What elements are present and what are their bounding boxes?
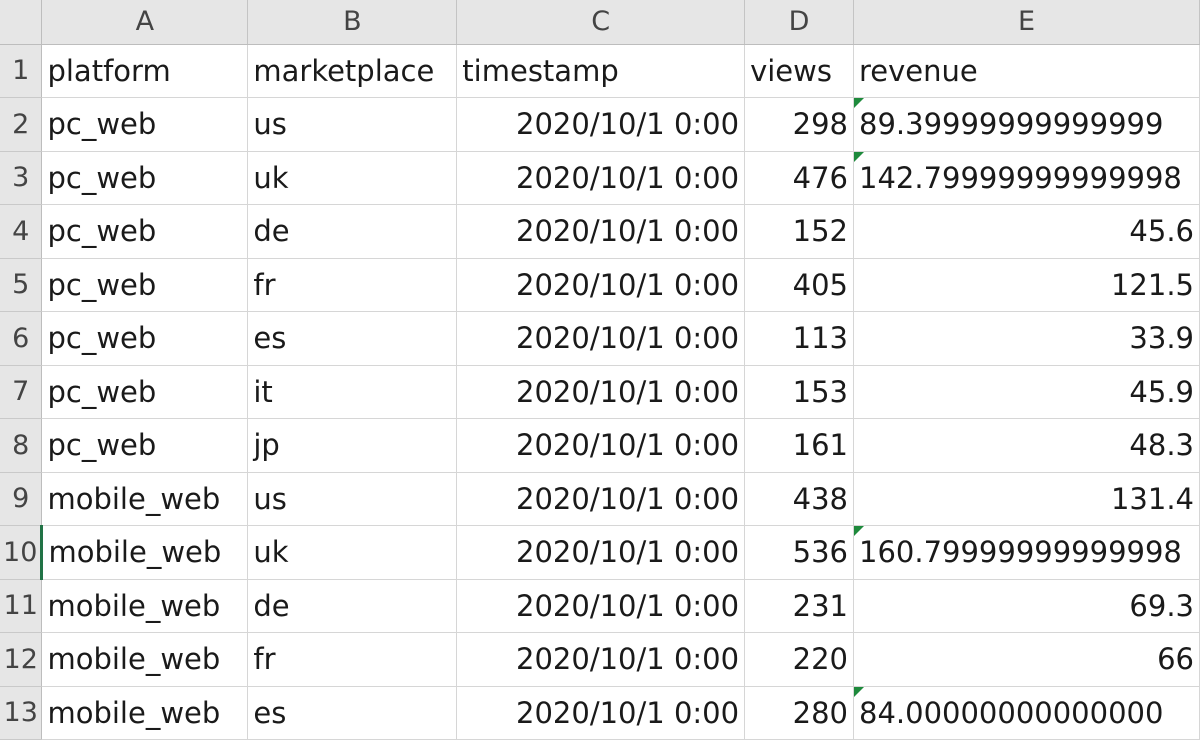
cell[interactable]: 69.3 — [853, 579, 1200, 633]
cell[interactable]: pc_web — [41, 365, 249, 419]
cell[interactable]: pc_web — [41, 418, 249, 473]
cell[interactable]: 298 — [744, 97, 854, 152]
table-row: 5 pc_web fr 2020/10/1 0:00 405 121.5 — [0, 258, 1200, 312]
cell[interactable]: pc_web — [41, 151, 249, 205]
column-header-c[interactable]: C — [456, 0, 746, 45]
cell[interactable]: 2020/10/1 0:00 — [456, 579, 746, 633]
cell[interactable]: 2020/10/1 0:00 — [456, 97, 746, 152]
row-header[interactable]: 3 — [0, 151, 43, 205]
table-row: 11 mobile_web de 2020/10/1 0:00 231 69.3 — [0, 579, 1200, 633]
cell[interactable]: 536 — [744, 525, 854, 580]
cell[interactable]: 231 — [744, 579, 854, 633]
cell[interactable]: 161 — [744, 418, 854, 473]
cell[interactable]: 153 — [744, 365, 854, 419]
cell[interactable]: uk — [247, 525, 458, 580]
cell[interactable]: platform — [41, 44, 249, 98]
select-all-corner[interactable] — [0, 0, 43, 45]
cell[interactable]: 142.79999999999998 — [853, 151, 1200, 205]
cell[interactable]: 220 — [744, 632, 854, 687]
cell[interactable]: 45.9 — [853, 365, 1200, 419]
cell[interactable]: us — [247, 472, 458, 526]
cell[interactable]: de — [247, 204, 458, 259]
cell[interactable]: 45.6 — [853, 204, 1200, 259]
grid-body: 1 platform marketplace timestamp views revenu… — [0, 44, 1200, 740]
cell[interactable]: 2020/10/1 0:00 — [456, 472, 746, 526]
row-header[interactable]: 13 — [0, 686, 43, 740]
column-header-b[interactable]: B — [247, 0, 458, 45]
cell[interactable]: 2020/10/1 0:00 — [456, 418, 746, 473]
cell[interactable]: 84.00000000000000 — [853, 686, 1200, 740]
cell[interactable]: timestamp — [456, 44, 746, 98]
cell[interactable]: pc_web — [41, 311, 249, 366]
row-header[interactable]: 6 — [0, 311, 43, 366]
cell[interactable]: mobile_web — [41, 579, 249, 633]
row-header[interactable]: 9 — [0, 472, 43, 526]
row-header[interactable]: 1 — [0, 44, 43, 98]
cell[interactable]: 160.79999999999998 — [853, 525, 1200, 580]
cell[interactable]: 121.5 — [853, 258, 1200, 312]
table-row: 9 mobile_web us 2020/10/1 0:00 438 131.4 — [0, 472, 1200, 526]
table-row: 7 pc_web it 2020/10/1 0:00 153 45.9 — [0, 365, 1200, 419]
cell[interactable]: fr — [247, 258, 458, 312]
cell[interactable]: us — [247, 97, 458, 152]
cell[interactable]: 2020/10/1 0:00 — [456, 151, 746, 205]
cell[interactable]: 2020/10/1 0:00 — [456, 204, 746, 259]
cell[interactable]: 89.39999999999999 — [853, 97, 1200, 152]
table-row: 8 pc_web jp 2020/10/1 0:00 161 48.3 — [0, 418, 1200, 473]
cell[interactable]: pc_web — [41, 204, 249, 259]
cell[interactable]: views — [744, 44, 854, 98]
row-header[interactable]: 12 — [0, 632, 43, 687]
cell[interactable]: 2020/10/1 0:00 — [456, 365, 746, 419]
cell[interactable]: pc_web — [41, 97, 249, 152]
cell[interactable]: mobile_web — [41, 472, 249, 526]
table-row: 12 mobile_web fr 2020/10/1 0:00 220 66 — [0, 632, 1200, 687]
cell[interactable]: 2020/10/1 0:00 — [456, 686, 746, 740]
row-header[interactable]: 4 — [0, 204, 43, 259]
cell[interactable]: jp — [247, 418, 458, 473]
cell[interactable]: es — [247, 686, 458, 740]
cell[interactable]: 2020/10/1 0:00 — [456, 632, 746, 687]
cell[interactable]: mobile_web — [41, 632, 249, 687]
column-header-d[interactable]: D — [744, 0, 854, 45]
table-row: 1 platform marketplace timestamp views revenu… — [0, 44, 1200, 98]
table-row: 4 pc_web de 2020/10/1 0:00 152 45.6 — [0, 204, 1200, 259]
cell[interactable]: mobile_web — [41, 686, 249, 740]
column-header-a[interactable]: A — [41, 0, 249, 45]
row-header[interactable]: 2 — [0, 97, 43, 152]
cell[interactable]: 48.3 — [853, 418, 1200, 473]
cell[interactable]: fr — [247, 632, 458, 687]
table-row: 10 mobile_web uk 2020/10/1 0:00 536 160.79999… — [0, 525, 1200, 580]
cell[interactable]: 66 — [853, 632, 1200, 687]
cell[interactable]: 2020/10/1 0:00 — [456, 258, 746, 312]
cell[interactable]: 113 — [744, 311, 854, 366]
table-row: 13 mobile_web es 2020/10/1 0:00 280 84.000000… — [0, 686, 1200, 740]
cell[interactable]: pc_web — [41, 258, 249, 312]
cell[interactable]: mobile_web — [41, 525, 249, 580]
row-header[interactable]: 10 — [0, 525, 44, 580]
cell[interactable]: 2020/10/1 0:00 — [456, 525, 746, 580]
cell[interactable]: es — [247, 311, 458, 366]
cell[interactable]: 438 — [744, 472, 854, 526]
cell[interactable]: de — [247, 579, 458, 633]
cell[interactable]: marketplace — [247, 44, 458, 98]
spreadsheet-grid[interactable]: A B C D E 1 platform marketplace timestamp v… — [0, 0, 1200, 740]
table-row: 6 pc_web es 2020/10/1 0:00 113 33.9 — [0, 311, 1200, 366]
cell[interactable]: 280 — [744, 686, 854, 740]
cell[interactable]: it — [247, 365, 458, 419]
cell[interactable]: 152 — [744, 204, 854, 259]
cell[interactable]: revenue — [853, 44, 1200, 98]
row-header[interactable]: 11 — [0, 579, 43, 633]
cell[interactable]: 476 — [744, 151, 854, 205]
table-row: 2 pc_web us 2020/10/1 0:00 298 89.39999999999… — [0, 97, 1200, 152]
cell[interactable]: 2020/10/1 0:00 — [456, 311, 746, 366]
row-header[interactable]: 5 — [0, 258, 43, 312]
column-header-e[interactable]: E — [853, 0, 1200, 45]
row-header[interactable]: 7 — [0, 365, 43, 419]
table-row: 3 pc_web uk 2020/10/1 0:00 476 142.7999999999… — [0, 151, 1200, 205]
cell[interactable]: 405 — [744, 258, 854, 312]
row-header[interactable]: 8 — [0, 418, 43, 473]
cell[interactable]: uk — [247, 151, 458, 205]
cell[interactable]: 131.4 — [853, 472, 1200, 526]
cell[interactable]: 33.9 — [853, 311, 1200, 366]
